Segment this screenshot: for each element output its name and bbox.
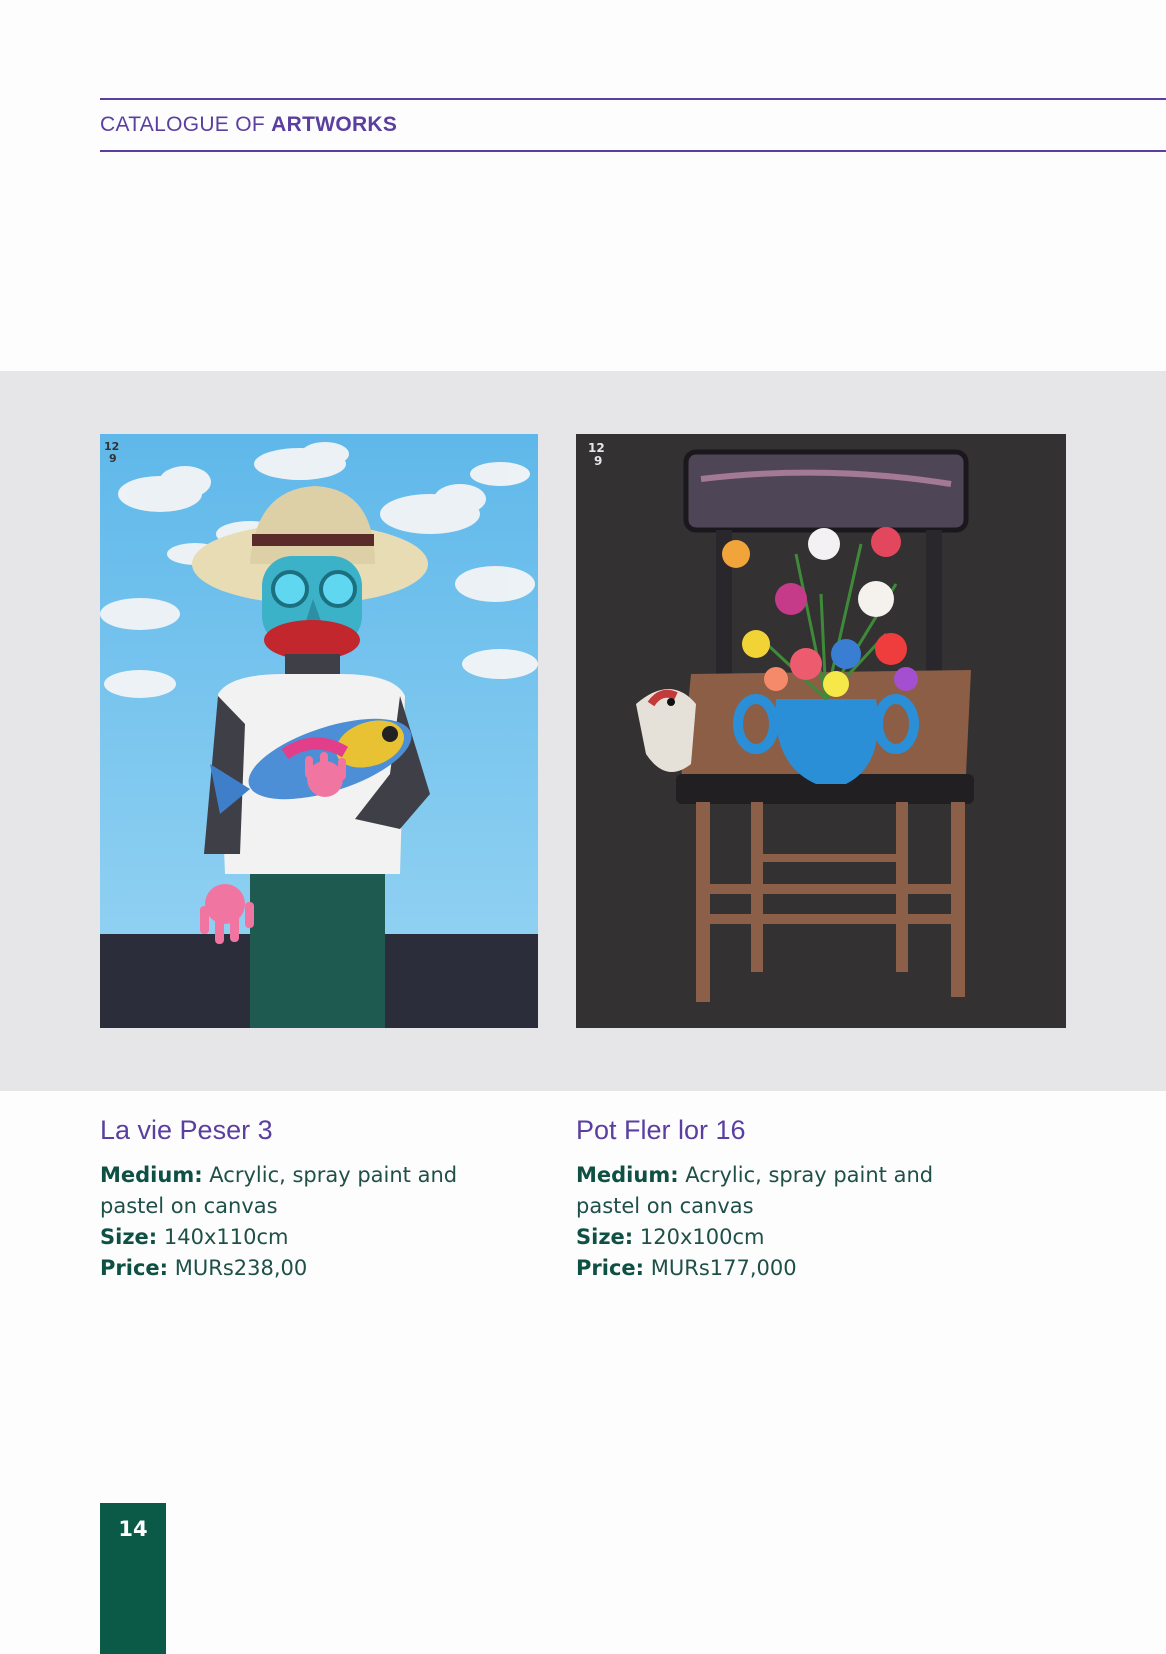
medium-row: Medium: Acrylic, spray paint and — [100, 1160, 520, 1191]
medium-row: Medium: Acrylic, spray paint and — [576, 1160, 996, 1191]
artwork-image-la-vie-peser-3: 12 9 — [100, 434, 538, 1028]
size-row: Size: 140x110cm — [100, 1222, 520, 1253]
medium-value: Acrylic, spray paint and — [685, 1163, 934, 1187]
price-row: Price: MURs177,000 — [576, 1253, 996, 1284]
price-value: MURs238,00 — [174, 1256, 308, 1280]
medium-value: Acrylic, spray paint and — [209, 1163, 458, 1187]
page-number-tab: 14 — [100, 1503, 166, 1654]
artwork-image-pot-fler-lor-16: 12 9 — [576, 434, 1066, 1028]
price-label: Price: — [100, 1256, 169, 1280]
page-number: 14 — [118, 1517, 148, 1541]
size-row: Size: 120x100cm — [576, 1222, 996, 1253]
catalogue-header: CATALOGUE OF ARTWORKS — [100, 113, 397, 137]
header-prefix: CATALOGUE OF — [100, 113, 266, 136]
artwork-title: La vie Peser 3 — [100, 1115, 273, 1145]
size-value: 120x100cm — [639, 1225, 765, 1249]
artwork-caption-2: Pot Fler lor 16 Medium: Acrylic, spray p… — [576, 1115, 996, 1284]
medium-value-cont: pastel on canvas — [576, 1194, 754, 1218]
header-rule-top — [100, 98, 1166, 100]
size-label: Size: — [576, 1225, 634, 1249]
artwork-details: Medium: Acrylic, spray paint and pastel … — [576, 1160, 996, 1284]
header-emphasis: ARTWORKS — [271, 113, 398, 136]
header-rule-bottom — [100, 150, 1166, 152]
artist-signature: 12 — [588, 441, 605, 455]
medium-label: Medium: — [576, 1163, 679, 1187]
price-row: Price: MURs238,00 — [100, 1253, 520, 1284]
artwork-details: Medium: Acrylic, spray paint and pastel … — [100, 1160, 520, 1284]
artwork-caption-1: La vie Peser 3 Medium: Acrylic, spray pa… — [100, 1115, 520, 1284]
artwork-title: Pot Fler lor 16 — [576, 1115, 746, 1145]
medium-label: Medium: — [100, 1163, 203, 1187]
svg-text:9: 9 — [109, 452, 117, 465]
size-value: 140x110cm — [163, 1225, 289, 1249]
price-value: MURs177,000 — [650, 1256, 797, 1280]
medium-value-cont: pastel on canvas — [100, 1194, 278, 1218]
svg-text:9: 9 — [594, 454, 602, 468]
size-label: Size: — [100, 1225, 158, 1249]
price-label: Price: — [576, 1256, 645, 1280]
